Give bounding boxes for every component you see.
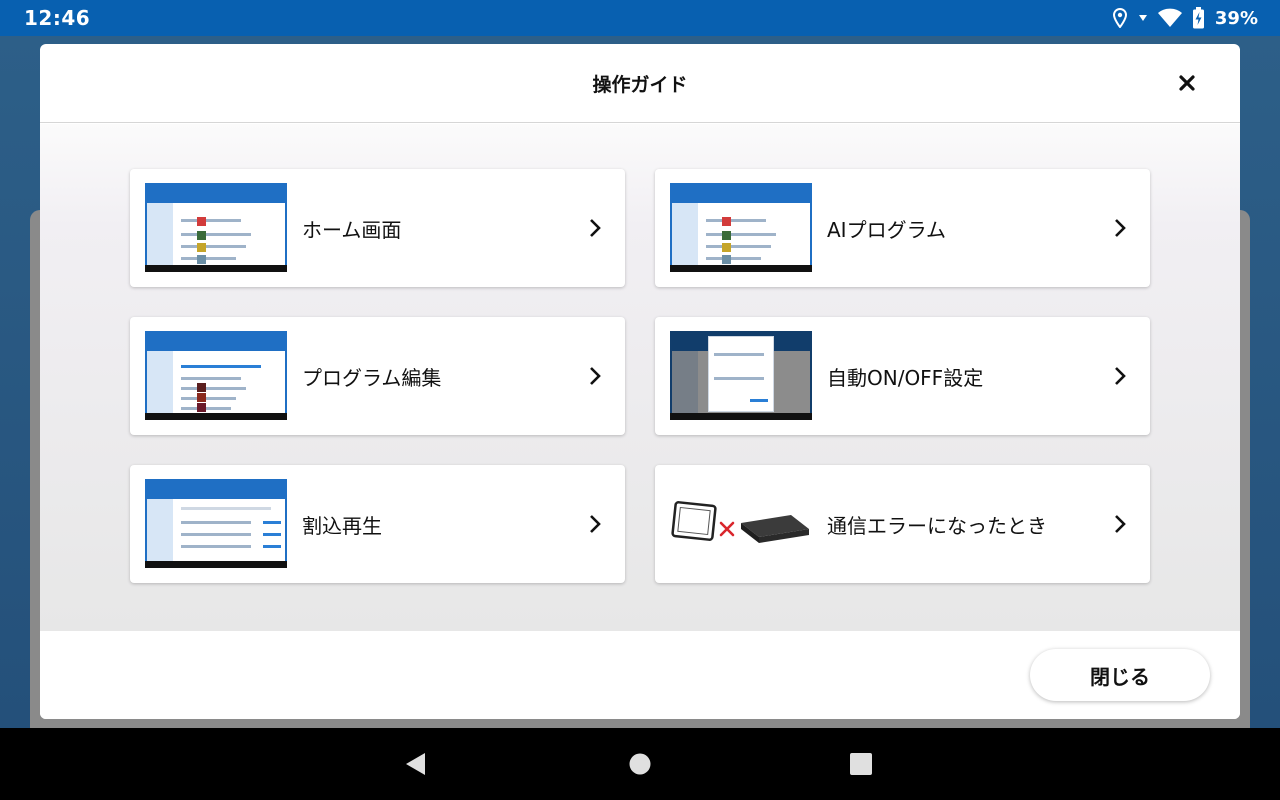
guide-item-label: 自動ON/OFF設定 <box>827 365 984 390</box>
ai-program-thumbnail <box>670 183 812 272</box>
chevron-right-icon <box>1115 367 1126 385</box>
guide-item-ai-program[interactable]: AIプログラム <box>655 169 1150 287</box>
guide-item-label: ホーム画面 <box>302 217 402 242</box>
battery-charging-icon <box>1192 7 1205 29</box>
home-screen-thumbnail <box>145 183 287 272</box>
navigation-bar <box>0 728 1280 800</box>
guide-item-label: AIプログラム <box>827 217 946 242</box>
wifi-icon <box>1157 8 1182 28</box>
tablet-x-device-illustration <box>671 501 809 543</box>
home-icon[interactable] <box>628 752 652 776</box>
status-icons: 39% <box>1112 7 1258 29</box>
guide-item-label: 割込再生 <box>302 513 382 538</box>
close-button[interactable]: 閉じる <box>1030 649 1210 701</box>
close-icon[interactable] <box>1174 70 1200 96</box>
chevron-right-icon <box>590 515 601 533</box>
status-bar: 12:46 39% <box>0 0 1280 36</box>
battery-percent: 39% <box>1214 7 1258 29</box>
dialog-footer: 閉じる <box>40 631 1240 719</box>
recents-icon[interactable] <box>849 752 873 776</box>
location-icon <box>1112 8 1128 28</box>
signal-arrow-icon <box>1138 13 1148 23</box>
status-time: 12:46 <box>24 6 91 30</box>
guide-item-connection-error[interactable]: 通信エラーになったとき <box>655 465 1150 583</box>
guide-item-label: 通信エラーになったとき <box>827 513 1047 538</box>
dialog-title: 操作ガイド <box>592 73 688 96</box>
chevron-right-icon <box>590 219 601 237</box>
chevron-right-icon <box>1115 219 1126 237</box>
program-edit-thumbnail <box>145 331 287 420</box>
interrupt-play-thumbnail <box>145 479 287 568</box>
guide-item-auto-onoff[interactable]: 自動ON/OFF設定 <box>655 317 1150 435</box>
dialog-header: 操作ガイド <box>40 44 1240 123</box>
chevron-right-icon <box>590 367 601 385</box>
chevron-right-icon <box>1115 515 1126 533</box>
guide-item-program-edit[interactable]: プログラム編集 <box>130 317 625 435</box>
auto-onoff-thumbnail <box>670 331 812 420</box>
guide-item-interrupt-play[interactable]: 割込再生 <box>130 465 625 583</box>
back-icon[interactable] <box>404 752 428 776</box>
guide-list: ホーム画面 AIプログラム プログラム編集 自動ON/OFF設定 割込再生 通信… <box>40 124 1240 631</box>
operation-guide-dialog: 操作ガイド ホーム画面 AIプログラム プログラム編集 自動ON/OFF設定 割… <box>40 44 1240 719</box>
guide-item-home-screen[interactable]: ホーム画面 <box>130 169 625 287</box>
guide-item-label: プログラム編集 <box>302 365 442 390</box>
